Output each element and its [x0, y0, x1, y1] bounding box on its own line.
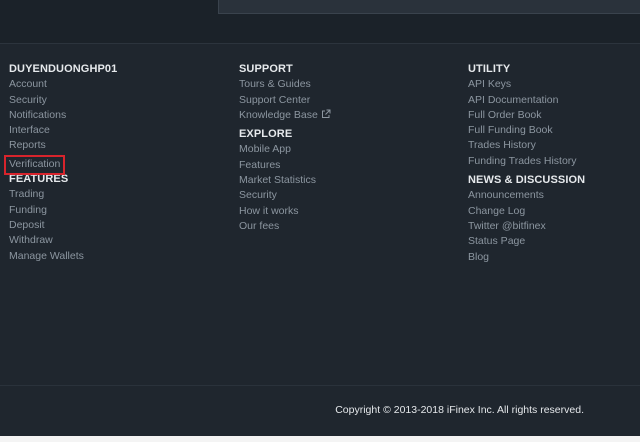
- knowledge-base-label: Knowledge Base: [239, 108, 318, 121]
- footer-link-api-documentation[interactable]: API Documentation: [468, 93, 585, 108]
- external-link-icon: [321, 109, 331, 118]
- footer-link-market-statistics[interactable]: Market Statistics: [239, 173, 331, 188]
- support-heading: SUPPORT: [239, 63, 293, 75]
- footer-link-status-page[interactable]: Status Page: [468, 234, 585, 249]
- app-frame: DUYENDUONGHP01 Account Security Notifica…: [0, 0, 640, 436]
- footer-link-trades-history[interactable]: Trades History: [468, 138, 585, 153]
- footer-link-deposit[interactable]: Deposit: [9, 218, 117, 233]
- verification-label: Verification: [9, 157, 61, 170]
- footer-link-trading[interactable]: Trading: [9, 187, 117, 202]
- footer-link-security[interactable]: Security: [9, 93, 117, 108]
- footer-link-reports[interactable]: Reports: [9, 138, 117, 153]
- footer-link-support-center[interactable]: Support Center: [239, 93, 331, 108]
- footer-link-how-it-works[interactable]: How it works: [239, 204, 331, 219]
- footer-link-account[interactable]: Account: [9, 77, 117, 92]
- footer-link-notifications[interactable]: Notifications: [9, 108, 117, 123]
- footer-link-knowledge-base[interactable]: Knowledge Base: [239, 108, 331, 123]
- account-heading: DUYENDUONGHP01: [9, 63, 118, 75]
- footer-link-our-fees[interactable]: Our fees: [239, 219, 331, 234]
- footer-link-twitter[interactable]: Twitter @bitfinex: [468, 219, 585, 234]
- top-divider: [0, 43, 640, 44]
- footer-link-blog[interactable]: Blog: [468, 250, 585, 265]
- footer-link-funding-trades-history[interactable]: Funding Trades History: [468, 154, 585, 169]
- footer-link-withdraw[interactable]: Withdraw: [9, 233, 117, 248]
- footer-link-interface[interactable]: Interface: [9, 123, 117, 138]
- news-heading: NEWS & DISCUSSION: [468, 174, 586, 187]
- footer-column-support: SUPPORT Tours & Guides Support Center Kn…: [239, 62, 331, 234]
- footer-link-security-explore[interactable]: Security: [239, 188, 331, 203]
- top-panel: [218, 0, 640, 14]
- features-heading: FEATURES: [9, 173, 69, 186]
- copyright-text: Copyright © 2013-2018 iFinex Inc. All ri…: [335, 404, 584, 416]
- footer-divider: [0, 385, 640, 386]
- footer-link-manage-wallets[interactable]: Manage Wallets: [9, 249, 117, 264]
- footer-link-tours-guides[interactable]: Tours & Guides: [239, 77, 331, 92]
- footer-link-api-keys[interactable]: API Keys: [468, 77, 585, 92]
- footer-link-change-log[interactable]: Change Log: [468, 204, 585, 219]
- footer-link-full-funding-book[interactable]: Full Funding Book: [468, 123, 585, 138]
- footer-link-announcements[interactable]: Announcements: [468, 188, 585, 203]
- explore-heading: EXPLORE: [239, 128, 293, 141]
- footer-link-funding[interactable]: Funding: [9, 203, 117, 218]
- footer-link-full-order-book[interactable]: Full Order Book: [468, 108, 585, 123]
- top-bar: [0, 0, 640, 44]
- footer-column-utility: UTILITY API Keys API Documentation Full …: [468, 62, 585, 265]
- footer-link-mobile-app[interactable]: Mobile App: [239, 142, 331, 157]
- footer-link-verification[interactable]: Verification: [4, 154, 66, 176]
- footer-column-account: DUYENDUONGHP01 Account Security Notifica…: [4, 62, 118, 264]
- footer-link-features[interactable]: Features: [239, 158, 331, 173]
- utility-heading: UTILITY: [468, 63, 511, 75]
